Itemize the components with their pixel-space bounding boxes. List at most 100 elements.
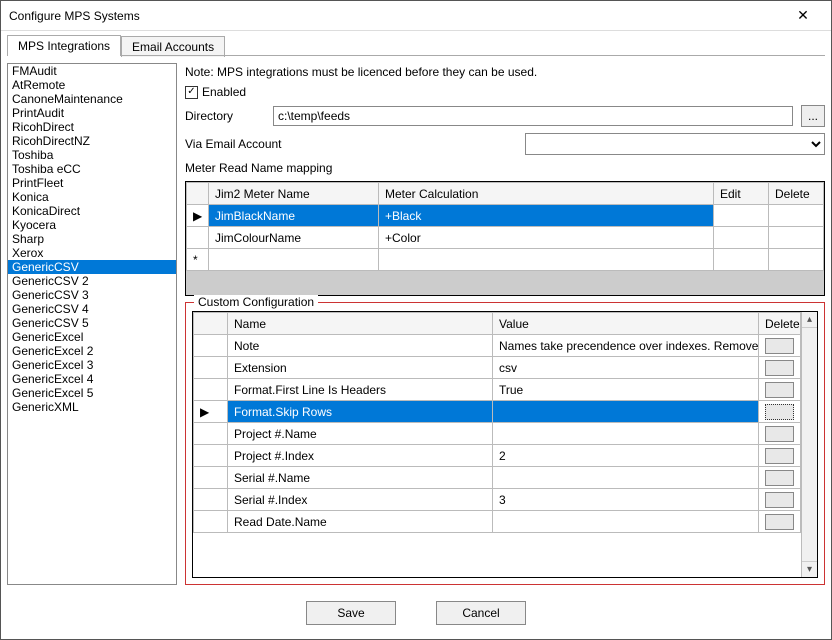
cell-edit-button[interactable] [714, 205, 769, 227]
list-item[interactable]: Konica [8, 190, 176, 204]
cell-value[interactable] [493, 467, 759, 489]
list-item[interactable]: Xerox [8, 246, 176, 260]
cell-name[interactable]: Serial #.Name [228, 467, 493, 489]
cell-delete-button[interactable] [759, 489, 801, 511]
list-item[interactable]: Sharp [8, 232, 176, 246]
table-row[interactable]: ▶JimBlackName+Black [187, 205, 824, 227]
cell-delete-button[interactable] [759, 467, 801, 489]
cell-jim2[interactable] [209, 249, 379, 271]
table-row[interactable]: Format.First Line Is HeadersTrue [194, 379, 801, 401]
tab-underline [7, 55, 825, 56]
list-item[interactable]: GenericXML [8, 400, 176, 414]
list-item[interactable]: Toshiba [8, 148, 176, 162]
list-item[interactable]: PrintFleet [8, 176, 176, 190]
cell-value[interactable]: 3 [493, 489, 759, 511]
cc-header-value[interactable]: Value [493, 313, 759, 335]
table-row[interactable]: JimColourName+Color [187, 227, 824, 249]
cell-delete-button[interactable] [759, 357, 801, 379]
list-item[interactable]: RicohDirectNZ [8, 134, 176, 148]
table-row[interactable]: Read Date.Name [194, 511, 801, 533]
cell-edit-button[interactable] [714, 227, 769, 249]
list-item[interactable]: GenericCSV 3 [8, 288, 176, 302]
cell-name[interactable]: Project #.Name [228, 423, 493, 445]
meter-header-jim2[interactable]: Jim2 Meter Name [209, 183, 379, 205]
window: Configure MPS Systems ✕ MPS Integrations… [0, 0, 832, 640]
cc-header-name[interactable]: Name [228, 313, 493, 335]
cell-name[interactable]: Format.First Line Is Headers [228, 379, 493, 401]
system-list[interactable]: FMAuditAtRemoteCanoneMaintenancePrintAud… [7, 63, 177, 585]
table-row[interactable]: * [187, 249, 824, 271]
cell-value[interactable]: True [493, 379, 759, 401]
cell-name[interactable]: Read Date.Name [228, 511, 493, 533]
cell-delete-button[interactable] [769, 227, 824, 249]
cell-name[interactable]: Serial #.Index [228, 489, 493, 511]
cancel-button[interactable]: Cancel [436, 601, 526, 625]
cell-value[interactable] [493, 511, 759, 533]
cell-value[interactable]: Names take precendence over indexes. Rem… [493, 335, 759, 357]
list-item[interactable]: GenericExcel [8, 330, 176, 344]
cell-jim2[interactable]: JimBlackName [209, 205, 379, 227]
scroll-down-icon[interactable]: ▾ [802, 561, 817, 577]
cell-calc[interactable]: +Black [379, 205, 714, 227]
browse-button[interactable]: ... [801, 105, 825, 127]
list-item[interactable]: Kyocera [8, 218, 176, 232]
cell-jim2[interactable]: JimColourName [209, 227, 379, 249]
list-item[interactable]: AtRemote [8, 78, 176, 92]
table-row[interactable]: Serial #.Index3 [194, 489, 801, 511]
list-item[interactable]: Toshiba eCC [8, 162, 176, 176]
cell-edit-button[interactable] [714, 249, 769, 271]
cell-delete-button[interactable] [759, 511, 801, 533]
tab-email-accounts[interactable]: Email Accounts [121, 36, 225, 57]
list-item[interactable]: CanoneMaintenance [8, 92, 176, 106]
enabled-checkbox[interactable]: ✓ [185, 86, 198, 99]
directory-input[interactable] [273, 106, 793, 126]
list-item[interactable]: GenericCSV [8, 260, 176, 274]
list-item[interactable]: GenericCSV 5 [8, 316, 176, 330]
list-item[interactable]: KonicaDirect [8, 204, 176, 218]
list-item[interactable]: PrintAudit [8, 106, 176, 120]
via-email-combo[interactable] [525, 133, 825, 155]
cell-delete-button[interactable] [759, 445, 801, 467]
cc-header-delete[interactable]: Delete [759, 313, 801, 335]
list-item[interactable]: RicohDirect [8, 120, 176, 134]
table-row[interactable]: ▶Format.Skip Rows [194, 401, 801, 423]
cc-scrollbar[interactable]: ▴ ▾ [801, 312, 817, 577]
custom-config-table[interactable]: Name Value Delete NoteNames take precend… [193, 312, 801, 533]
list-item[interactable]: GenericExcel 3 [8, 358, 176, 372]
cell-delete-button[interactable] [759, 335, 801, 357]
cell-delete-button[interactable] [759, 423, 801, 445]
cell-value[interactable] [493, 401, 759, 423]
save-button[interactable]: Save [306, 601, 396, 625]
table-row[interactable]: Project #.Index2 [194, 445, 801, 467]
cell-calc[interactable]: +Color [379, 227, 714, 249]
cell-name[interactable]: Format.Skip Rows [228, 401, 493, 423]
cell-delete-button[interactable] [769, 249, 824, 271]
cell-value[interactable] [493, 423, 759, 445]
list-item[interactable]: GenericCSV 4 [8, 302, 176, 316]
table-row[interactable]: Extensioncsv [194, 357, 801, 379]
table-row[interactable]: NoteNames take precendence over indexes.… [194, 335, 801, 357]
list-item[interactable]: GenericCSV 2 [8, 274, 176, 288]
meter-table[interactable]: Jim2 Meter Name Meter Calculation Edit D… [186, 182, 824, 271]
cell-delete-button[interactable] [769, 205, 824, 227]
meter-header-delete[interactable]: Delete [769, 183, 824, 205]
list-item[interactable]: GenericExcel 4 [8, 372, 176, 386]
cell-delete-button[interactable] [759, 401, 801, 423]
meter-header-calc[interactable]: Meter Calculation [379, 183, 714, 205]
list-item[interactable]: GenericExcel 5 [8, 386, 176, 400]
table-row[interactable]: Serial #.Name [194, 467, 801, 489]
list-item[interactable]: FMAudit [8, 64, 176, 78]
close-icon[interactable]: ✕ [783, 2, 823, 30]
table-row[interactable]: Project #.Name [194, 423, 801, 445]
cell-value[interactable]: csv [493, 357, 759, 379]
cell-name[interactable]: Note [228, 335, 493, 357]
cell-calc[interactable] [379, 249, 714, 271]
cell-name[interactable]: Project #.Index [228, 445, 493, 467]
list-item[interactable]: GenericExcel 2 [8, 344, 176, 358]
cell-name[interactable]: Extension [228, 357, 493, 379]
cell-value[interactable]: 2 [493, 445, 759, 467]
tab-mps-integrations[interactable]: MPS Integrations [7, 35, 121, 56]
cell-delete-button[interactable] [759, 379, 801, 401]
scroll-up-icon[interactable]: ▴ [802, 312, 817, 328]
meter-header-edit[interactable]: Edit [714, 183, 769, 205]
